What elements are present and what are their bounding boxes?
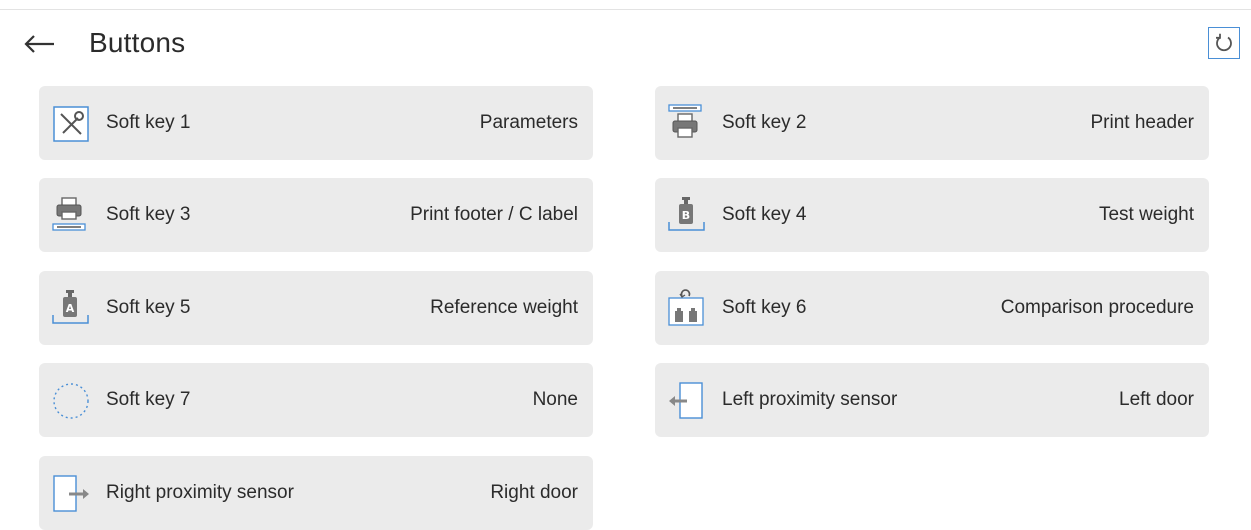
- tile-value: Left door: [1119, 389, 1194, 410]
- tile-value: Test weight: [1098, 204, 1194, 225]
- tile-soft-key-5[interactable]: A Soft key 5 Reference weight: [39, 271, 593, 345]
- tile-value: None: [532, 389, 578, 410]
- header: Buttons: [0, 22, 1251, 66]
- svg-text:A: A: [66, 302, 75, 315]
- test-weight-icon: B: [667, 196, 707, 236]
- empty-circle-icon: [51, 381, 91, 421]
- svg-text:B: B: [682, 209, 690, 222]
- page-title: Buttons: [89, 27, 186, 58]
- tools-icon: [51, 104, 91, 144]
- tile-value: Comparison procedure: [1000, 297, 1194, 318]
- top-divider: [0, 9, 1251, 10]
- tile-label: Soft key 6: [722, 297, 807, 318]
- reset-button[interactable]: [1208, 27, 1240, 59]
- left-door-icon: [667, 381, 707, 421]
- tile-soft-key-7[interactable]: Soft key 7 None: [39, 363, 593, 437]
- tile-value: Right door: [490, 482, 578, 503]
- tile-label: Left proximity sensor: [722, 389, 898, 410]
- tile-label: Soft key 2: [722, 112, 807, 133]
- tile-label: Right proximity sensor: [106, 482, 294, 503]
- tile-left-proximity-sensor[interactable]: Left proximity sensor Left door: [655, 363, 1209, 437]
- reset-icon: [1216, 33, 1232, 52]
- tile-value: Print header: [1090, 112, 1194, 133]
- back-button[interactable]: [22, 31, 56, 57]
- arrow-left-icon: [24, 35, 54, 53]
- tile-soft-key-1[interactable]: Soft key 1 Parameters: [39, 86, 593, 160]
- tile-soft-key-3[interactable]: Soft key 3 Print footer / C label: [39, 178, 593, 252]
- tile-label: Soft key 4: [722, 204, 807, 225]
- tile-soft-key-4[interactable]: B Soft key 4 Test weight: [655, 178, 1209, 252]
- comparison-icon: [667, 289, 707, 329]
- print-header-icon: [667, 104, 707, 144]
- tile-label: Soft key 3: [106, 204, 191, 225]
- tile-soft-key-2[interactable]: Soft key 2 Print header: [655, 86, 1209, 160]
- tile-label: Soft key 5: [106, 297, 191, 318]
- tile-value: Reference weight: [430, 297, 578, 318]
- tile-value: Print footer / C label: [410, 204, 578, 225]
- tile-soft-key-6[interactable]: Soft key 6 Comparison procedure: [655, 271, 1209, 345]
- tile-value: Parameters: [479, 112, 578, 133]
- tile-label: Soft key 1: [106, 112, 191, 133]
- reference-weight-icon: A: [51, 289, 91, 329]
- tile-label: Soft key 7: [106, 389, 191, 410]
- right-door-icon: [51, 474, 91, 514]
- tile-right-proximity-sensor[interactable]: Right proximity sensor Right door: [39, 456, 593, 530]
- print-footer-icon: [51, 196, 91, 236]
